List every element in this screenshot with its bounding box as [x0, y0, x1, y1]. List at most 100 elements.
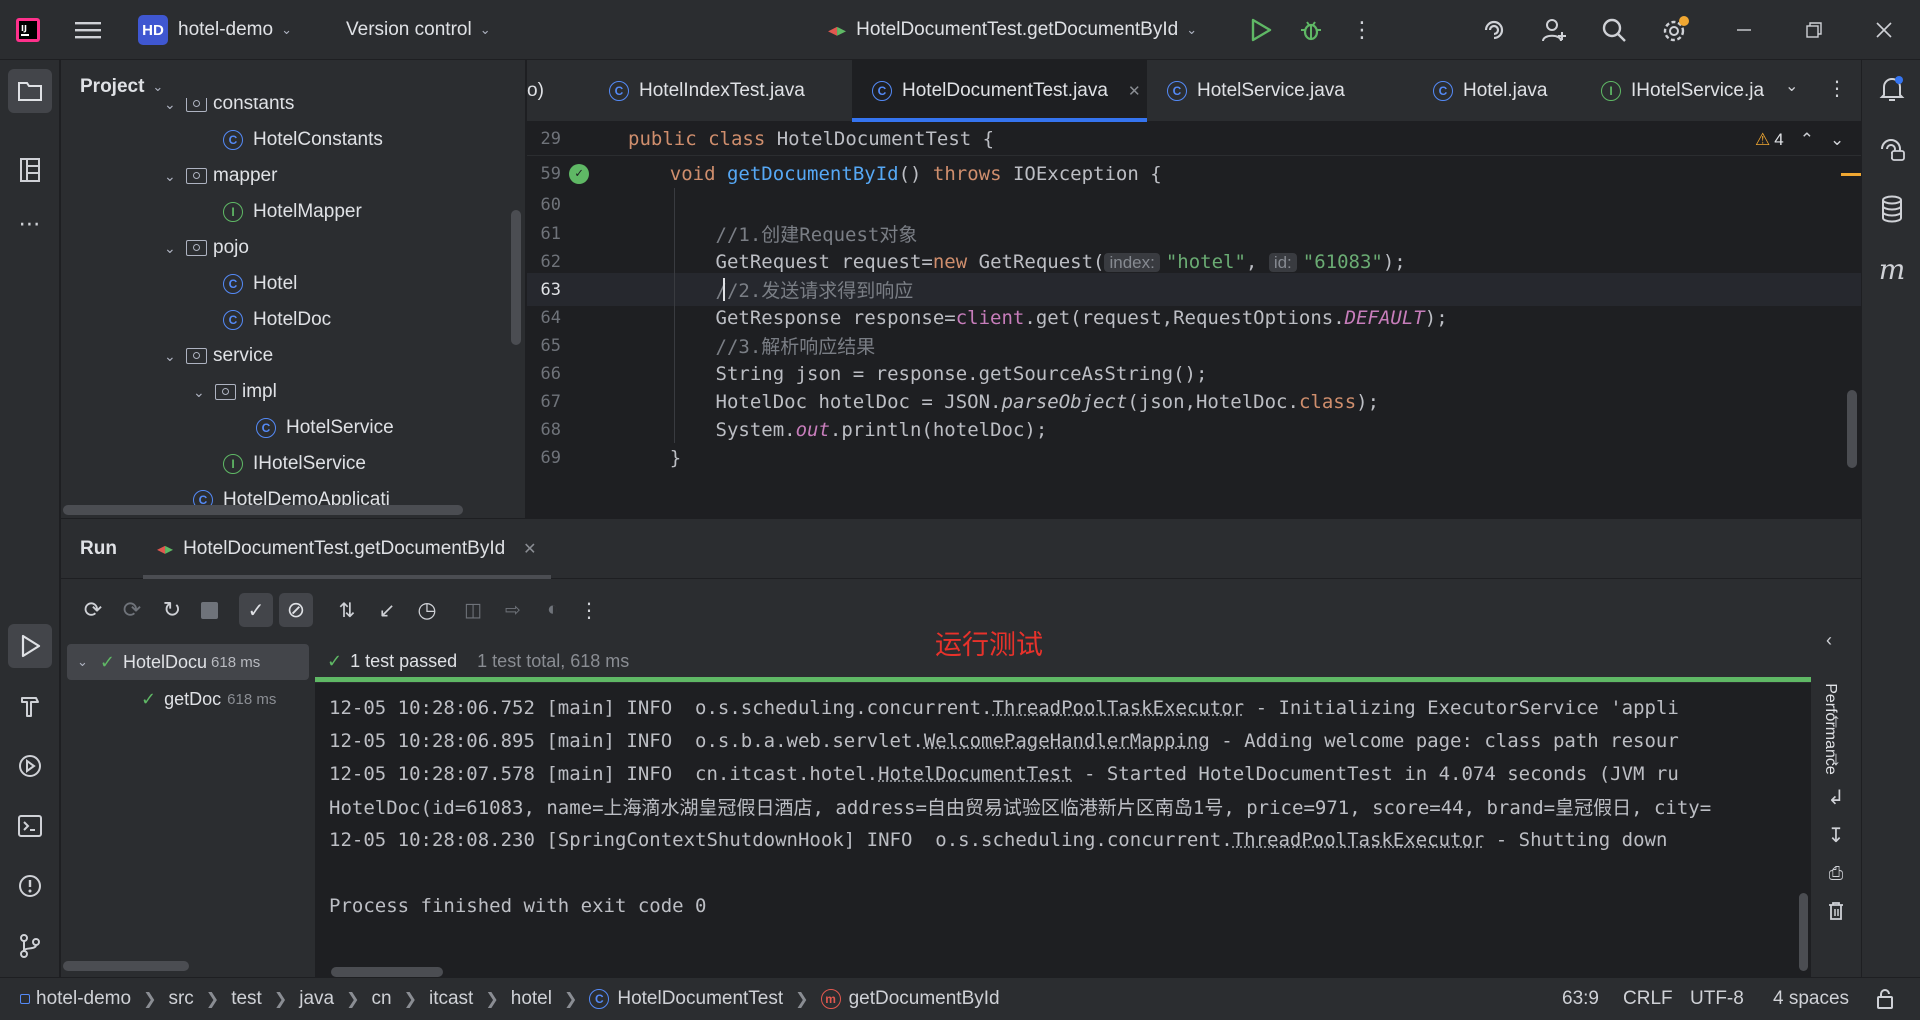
- maven-icon[interactable]: m: [1876, 253, 1908, 286]
- project-panel-header[interactable]: Project ⌄: [80, 76, 163, 98]
- structure-tool-icon[interactable]: [8, 148, 52, 192]
- editor-tab[interactable]: o): [527, 60, 589, 122]
- editor-tab[interactable]: C HotelDocumentTest.java ✕: [852, 60, 1147, 122]
- tree-file-item[interactable]: C Hotel: [223, 266, 297, 302]
- project-tool-icon[interactable]: [8, 69, 52, 113]
- collapse-icon[interactable]: ↙: [373, 596, 401, 624]
- snapshot-icon[interactable]: ◫: [459, 596, 487, 624]
- tree-file-item[interactable]: C HotelService: [256, 410, 394, 446]
- settings-icon[interactable]: [1660, 15, 1690, 45]
- restore-icon[interactable]: [1800, 20, 1828, 40]
- breadcrumb-item[interactable]: src: [168, 988, 193, 1010]
- console-hscrollbar[interactable]: [331, 967, 443, 977]
- run-tool-icon[interactable]: [8, 624, 52, 668]
- toggle-auto-test-icon[interactable]: ↻: [158, 596, 186, 624]
- chevron-down-icon[interactable]: ⌄: [164, 348, 186, 365]
- breadcrumb-item[interactable]: cn: [372, 988, 392, 1010]
- sort-alpha-icon[interactable]: ⇅: [333, 596, 361, 624]
- git-tool-icon[interactable]: [8, 924, 52, 968]
- search-icon[interactable]: [1600, 16, 1628, 44]
- editor-tab[interactable]: C HotelService.java: [1147, 60, 1413, 122]
- chevron-down-icon[interactable]: ⌄: [164, 96, 186, 113]
- chevron-down-icon[interactable]: ⌄: [164, 240, 186, 257]
- console-vscrollbar[interactable]: [1799, 893, 1808, 971]
- test-tree-item[interactable]: ✓ getDoc 618 ms: [141, 681, 276, 717]
- console-output[interactable]: 12-05 10:28:06.752 [main] INFO o.s.sched…: [315, 683, 1811, 977]
- soft-wrap-icon[interactable]: ↲: [1822, 783, 1850, 811]
- breadcrumb-item[interactable]: itcast: [429, 988, 473, 1010]
- show-passed-icon[interactable]: ✓: [239, 593, 273, 627]
- history-icon[interactable]: ◷: [413, 596, 441, 624]
- breadcrumb-item[interactable]: java: [299, 988, 334, 1010]
- breadcrumb-item[interactable]: hotel: [511, 988, 552, 1010]
- add-user-icon[interactable]: [1540, 16, 1568, 44]
- breadcrumb-item[interactable]: test: [231, 988, 262, 1010]
- print-icon[interactable]: ⎙: [1822, 859, 1850, 887]
- show-ignored-icon[interactable]: ⊘: [279, 593, 313, 627]
- clear-trash-icon[interactable]: [1822, 897, 1850, 925]
- vcs-widget[interactable]: Version control ⌄: [346, 0, 491, 60]
- inspection-widget[interactable]: ⚠ 4 ⌃ ⌄: [1755, 130, 1844, 150]
- main-menu-icon[interactable]: [74, 18, 102, 42]
- stop-icon[interactable]: [197, 598, 221, 622]
- code-line[interactable]: 59 void getDocumentById() throws IOExcep…: [527, 157, 1861, 190]
- tree-folder-item[interactable]: ⌄ service: [164, 338, 273, 374]
- tree-folder-item[interactable]: ⌄ pojo: [164, 230, 249, 266]
- coverage-icon[interactable]: ◐: [539, 596, 567, 624]
- chevron-down-icon[interactable]: ⌄: [193, 384, 215, 401]
- run-config-selector[interactable]: ◂▸ HotelDocumentTest.getDocumentById ⌄: [828, 0, 1197, 60]
- problems-tool-icon[interactable]: [8, 864, 52, 908]
- test-tree-hscrollbar[interactable]: [63, 961, 189, 971]
- test-passed-gutter-icon[interactable]: ✓: [569, 163, 589, 184]
- build-tool-icon[interactable]: [8, 684, 52, 728]
- tree-file-item[interactable]: C HotelConstants: [223, 122, 383, 158]
- file-encoding[interactable]: UTF-8: [1690, 988, 1744, 1010]
- editor-tab-more-icon[interactable]: ⋮: [1827, 76, 1847, 101]
- database-icon[interactable]: [1876, 193, 1908, 225]
- test-tree-root[interactable]: ⌄ ✓ HotelDocu 618 ms: [67, 644, 309, 680]
- chevron-up-icon[interactable]: ⌃: [1800, 130, 1814, 150]
- ai-chat-icon[interactable]: [1876, 133, 1908, 165]
- rerun-icon[interactable]: ⟳: [79, 596, 107, 624]
- tree-folder-item[interactable]: ⌄ impl: [193, 374, 277, 410]
- scroll-to-end-icon[interactable]: ↧: [1822, 821, 1850, 849]
- editor-tab[interactable]: C Hotel.java: [1413, 60, 1581, 122]
- run-tab[interactable]: ◂▸ HotelDocumentTest.getDocumentById ✕: [143, 519, 551, 579]
- close-window-icon[interactable]: [1870, 20, 1898, 40]
- import-icon[interactable]: ⇨: [499, 596, 527, 624]
- minimize-icon[interactable]: [1730, 20, 1758, 40]
- services-tool-icon[interactable]: [8, 744, 52, 788]
- tree-file-item[interactable]: I IHotelService: [223, 446, 366, 482]
- tree-file-item[interactable]: I HotelMapper: [223, 194, 362, 230]
- editor-vscrollbar[interactable]: [1847, 390, 1857, 468]
- code-line[interactable]: 69 }: [527, 441, 1861, 474]
- ai-assistant-icon[interactable]: [1480, 16, 1508, 44]
- warning-stripe-marker[interactable]: [1841, 173, 1861, 176]
- editor-tab[interactable]: C HotelIndexTest.java: [589, 60, 852, 122]
- tree-folder-item[interactable]: ⌄ mapper: [164, 158, 277, 194]
- more-icon[interactable]: ⋮: [579, 596, 599, 624]
- breadcrumb-item[interactable]: C HotelDocumentTest: [589, 988, 783, 1010]
- editor-tab[interactable]: I IHotelService.ja: [1581, 60, 1801, 122]
- debug-icon[interactable]: [1298, 17, 1324, 43]
- close-tab-icon[interactable]: ✕: [1128, 82, 1141, 100]
- more-actions-icon[interactable]: ⋮: [1351, 17, 1373, 43]
- close-tab-icon[interactable]: ✕: [523, 539, 536, 559]
- editor-tab-list-chevron-icon[interactable]: ⌄: [1785, 76, 1798, 96]
- project-scrollbar[interactable]: [511, 210, 521, 345]
- performance-label[interactable]: Performance: [1821, 683, 1839, 775]
- project-hscrollbar[interactable]: [63, 505, 463, 515]
- project-widget[interactable]: HD hotel-demo ⌄: [138, 0, 292, 60]
- lock-icon[interactable]: [1876, 988, 1896, 1016]
- indent-setting[interactable]: 4 spaces: [1773, 988, 1849, 1010]
- chevron-left-icon[interactable]: ‹: [1826, 630, 1832, 651]
- run-icon[interactable]: [1248, 17, 1274, 43]
- notifications-icon[interactable]: [1876, 73, 1908, 105]
- terminal-tool-icon[interactable]: [8, 804, 52, 848]
- sticky-class-header[interactable]: 29 public class HotelDocumentTest {: [527, 123, 1861, 156]
- breadcrumb-item[interactable]: m getDocumentById: [820, 988, 1000, 1010]
- rerun-failed-icon[interactable]: ⟳: [118, 596, 146, 624]
- tree-file-item[interactable]: C HotelDoc: [223, 302, 331, 338]
- breadcrumb-item[interactable]: hotel-demo: [20, 988, 131, 1010]
- chevron-down-icon[interactable]: ⌄: [164, 168, 186, 185]
